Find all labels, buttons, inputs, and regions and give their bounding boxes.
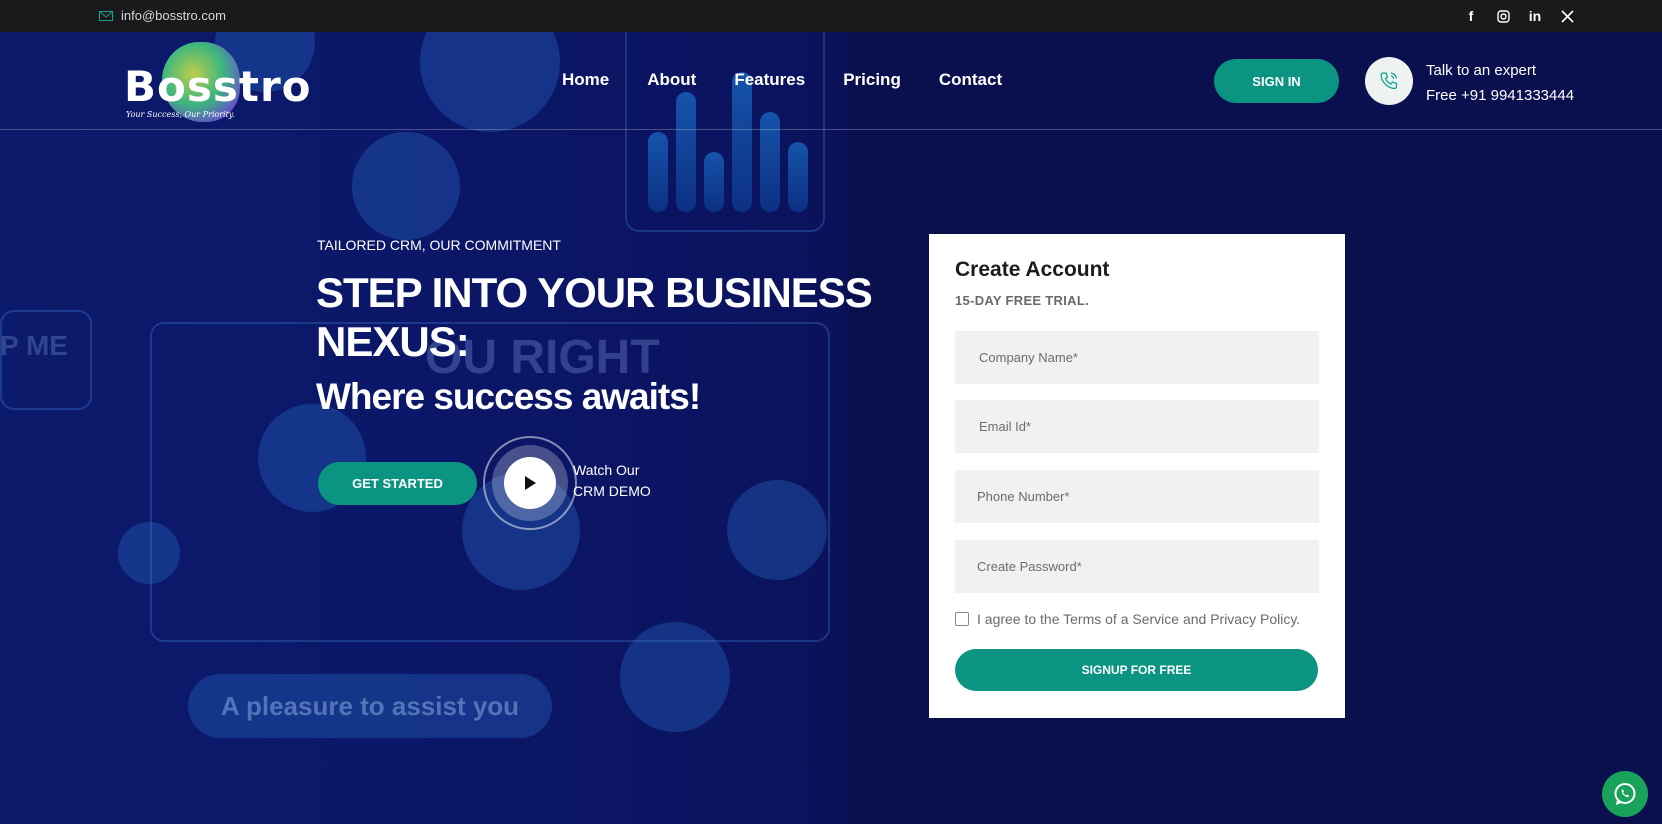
get-started-button[interactable]: GET STARTED [318,462,477,505]
hero-eyebrow: TAILORED CRM, OUR COMMITMENT [317,237,561,253]
play-demo-button[interactable] [483,436,577,530]
sign-in-button[interactable]: SIGN IN [1214,59,1339,103]
hero-background: P ME OU RIGHT A pleasure to assist you [0,32,1662,824]
logo-wordmark: Bosstro [124,62,312,111]
email-text: info@bosstro.com [121,8,226,23]
top-bar: info@bosstro.com f in [0,0,1662,32]
form-subtitle: 15-DAY FREE TRIAL. [955,293,1089,308]
nav-pricing[interactable]: Pricing [843,70,901,90]
demo-line-2: CRM DEMO [573,483,651,499]
phone-icon [1380,72,1398,90]
bg-text-help: P ME [0,330,68,361]
mail-icon [99,10,113,21]
play-button[interactable] [504,457,556,509]
phone-number-field[interactable] [955,470,1319,523]
deco-bar [788,142,808,212]
nav-home[interactable]: Home [562,70,609,90]
demo-label[interactable]: Watch Our CRM DEMO [573,460,651,502]
contact-email[interactable]: info@bosstro.com [99,8,226,23]
deco-bar [704,152,724,212]
server-bubble [420,32,560,132]
terms-checkbox[interactable] [955,612,969,626]
form-title: Create Account [955,258,1110,281]
deco-bar [648,132,668,212]
linkedin-icon[interactable]: in [1526,7,1544,25]
facebook-icon[interactable]: f [1462,7,1480,25]
deco-bar [760,112,780,212]
logo-tagline: Your Success, Our Priority. [126,110,235,119]
main-nav: Home About Features Pricing Contact [562,70,1002,90]
terms-agreement: I agree to the Terms of a Service and Pr… [955,611,1300,627]
expert-phone[interactable]: Free +91 9941333444 [1426,83,1574,108]
nav-contact[interactable]: Contact [939,70,1002,90]
x-icon[interactable] [1558,7,1576,25]
nav-features[interactable]: Features [734,70,805,90]
email-field[interactable] [955,400,1319,453]
phone-button[interactable] [1365,57,1413,105]
calculator-bubble [352,132,460,240]
social-links: f in [1462,7,1576,25]
demo-line-1: Watch Our [573,462,640,478]
terms-label: I agree to the Terms of a Service and Pr… [977,611,1301,627]
signup-button[interactable]: SIGNUP FOR FREE [955,649,1318,691]
deco-bar [676,92,696,212]
expert-label: Talk to an expert [1426,62,1537,79]
nav-about[interactable]: About [647,70,696,90]
hero-headline: STEP INTO YOUR BUSINESS NEXUS: [316,269,873,365]
header-divider [0,129,1662,130]
instagram-icon[interactable] [1494,7,1512,25]
expert-contact: Talk to an expert Free +91 9941333444 [1426,58,1574,108]
bg-pill: A pleasure to assist you [188,674,552,738]
signup-card: Create Account 15-DAY FREE TRIAL. I agre… [929,234,1345,718]
play-icon [525,476,536,490]
whatsapp-icon [1614,783,1636,805]
logo[interactable]: Bosstro Your Success, Our Priority. [122,40,311,122]
whatsapp-button[interactable] [1602,771,1648,817]
hero-subheadline: Where success awaits! [316,376,701,417]
password-field[interactable] [955,540,1319,593]
play-ring-inner [492,445,568,521]
deco-bar [732,72,752,212]
company-name-field[interactable] [955,331,1319,384]
